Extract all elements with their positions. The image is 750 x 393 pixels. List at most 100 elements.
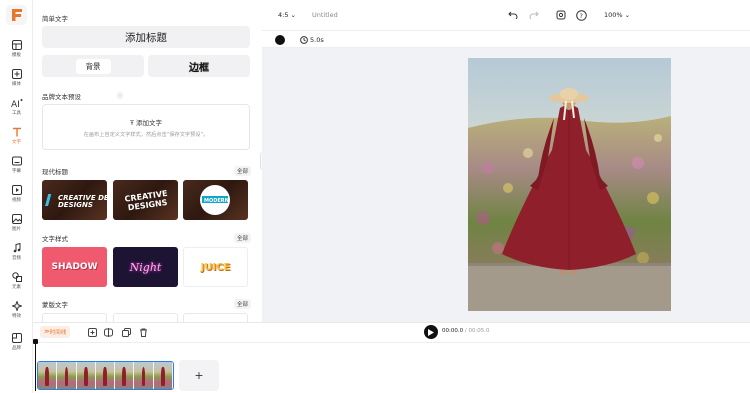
see-all-style[interactable]: 全部 xyxy=(233,233,251,243)
thumb-modern[interactable]: MODERN xyxy=(183,180,248,220)
rail-item-effects[interactable]: 特效 xyxy=(0,298,33,326)
timeline-ruler[interactable] xyxy=(33,339,750,343)
zoom-label: 100% xyxy=(604,11,623,19)
brand-preset-title: 品牌文本预设 xyxy=(42,93,81,101)
image-icon xyxy=(10,212,24,226)
duration-label: 5.0s xyxy=(310,36,324,44)
see-all-template[interactable]: 全部 xyxy=(233,299,251,309)
clip-frame xyxy=(134,362,154,389)
background-color-swatch[interactable] xyxy=(275,35,285,45)
brand-preset-hint: 在画布上自定义文字样式，然后点击“保存文字预设”。 xyxy=(83,132,209,138)
svg-text:?: ? xyxy=(579,12,582,20)
total-time: / 00:05.0 xyxy=(464,328,490,334)
thumb-creative-designs-1[interactable]: CREATIVE DESIGNSDESIGNS xyxy=(42,180,107,220)
add-text-label: 添加文字 xyxy=(136,119,163,127)
clip-frame xyxy=(153,362,173,389)
border-text-button[interactable]: 边框 xyxy=(148,55,250,77)
thumb-shadow[interactable]: SHADOW xyxy=(42,247,107,287)
woman-in-field-image xyxy=(468,58,671,311)
aspect-ratio-select[interactable]: 4:5 ⌄ xyxy=(278,11,296,19)
chevron-down-icon: ⌄ xyxy=(290,11,296,19)
rail-item-label: 图片 xyxy=(12,227,21,232)
thumb-text: MODERN xyxy=(204,198,229,204)
editor-app: 模板 媒体 AI 工具 文字 字幕 视频 图片 音频 元素 特效 品牌 简单文字… xyxy=(0,0,750,393)
rail-item-image[interactable]: 图片 xyxy=(0,211,33,239)
background-text-button[interactable]: 背景 xyxy=(42,55,144,77)
thumb-night[interactable]: Night xyxy=(113,247,178,287)
info-icon[interactable]: ⓥ xyxy=(117,91,123,100)
clip-frame xyxy=(57,362,77,389)
background-text-label: 背景 xyxy=(75,58,111,74)
rail-item-audio[interactable]: 音频 xyxy=(0,240,33,268)
see-all-modern[interactable]: 全部 xyxy=(233,166,251,176)
duplicate-icon[interactable] xyxy=(121,327,131,337)
add-heading-button[interactable]: 添加标题 xyxy=(42,26,250,48)
screenshot-icon[interactable] xyxy=(555,9,567,21)
rail-item-label: 字幕 xyxy=(12,169,21,174)
help-icon[interactable]: ? xyxy=(575,9,587,21)
rail-item-video[interactable]: 视频 xyxy=(0,182,33,210)
rail-item-brand[interactable]: 品牌 xyxy=(0,330,33,358)
clip-frame xyxy=(95,362,116,389)
thumb-template-2[interactable] xyxy=(113,313,178,322)
border-text-label: 边框 xyxy=(189,62,209,74)
rail-item-label: 视频 xyxy=(12,198,21,203)
rail-item-label: 模板 xyxy=(12,53,21,58)
subtitle-icon xyxy=(10,154,24,168)
video-clip[interactable] xyxy=(37,361,174,390)
rail-item-template[interactable]: 模板 xyxy=(0,37,33,65)
canvas-workspace: 5.0s xyxy=(262,30,750,322)
left-rail: 模板 媒体 AI 工具 文字 字幕 视频 图片 音频 元素 特效 品牌 xyxy=(0,0,33,393)
template-icon xyxy=(10,38,24,52)
rail-item-ai-tools[interactable]: AI 工具 xyxy=(0,95,33,123)
clip-frame xyxy=(115,362,135,389)
thumb-juice[interactable]: JUICE xyxy=(183,247,248,287)
text-icon xyxy=(10,125,24,139)
rail-item-label: 文字 xyxy=(12,140,21,145)
rail-item-elements[interactable]: 元素 xyxy=(0,269,33,297)
thumb-template-1[interactable] xyxy=(42,313,107,322)
rail-item-subtitle[interactable]: 字幕 xyxy=(0,153,33,181)
effects-icon xyxy=(10,299,24,313)
rail-item-media[interactable]: 媒体 xyxy=(0,66,33,94)
add-text-button[interactable]: Ŧ 添加文字 xyxy=(43,117,249,127)
add-track-icon[interactable] xyxy=(87,327,97,337)
video-icon xyxy=(10,183,24,197)
brand-icon xyxy=(10,331,24,345)
audio-icon xyxy=(10,241,24,255)
timeline-toggle-button[interactable]: ≫ 时间线 xyxy=(40,326,71,338)
zoom-select[interactable]: 100% ⌄ xyxy=(604,11,630,19)
play-button[interactable] xyxy=(424,325,438,339)
app-logo-icon[interactable] xyxy=(6,5,27,25)
timeline-label: 时间线 xyxy=(49,330,67,336)
brand-preset-box[interactable]: Ŧ 添加文字 在画布上自定义文字样式，然后点击“保存文字预设”。 xyxy=(42,104,250,150)
clock-icon xyxy=(300,36,308,44)
rail-item-label: 元素 xyxy=(12,285,21,290)
clip-frame xyxy=(76,362,96,389)
thumb-text: Night xyxy=(129,260,162,274)
split-icon[interactable] xyxy=(103,327,113,337)
thumb-template-3[interactable] xyxy=(183,313,248,322)
thumb-creative-designs-2[interactable]: CREATIVE DESIGNS xyxy=(113,180,178,220)
rail-item-label: 音频 xyxy=(12,256,21,261)
rail-item-text[interactable]: 文字 xyxy=(0,124,33,152)
rail-item-label: 媒体 xyxy=(12,82,21,87)
redo-icon[interactable] xyxy=(528,9,540,21)
svg-text:DESIGNS: DESIGNS xyxy=(58,201,93,209)
canvas-toolbar: 5.0s xyxy=(262,30,750,48)
duration-control[interactable]: 5.0s xyxy=(300,36,324,44)
undo-icon[interactable] xyxy=(507,9,519,21)
document-title[interactable]: Untitled xyxy=(312,11,338,19)
svg-text:AI: AI xyxy=(11,100,20,108)
chevron-down-icon: ⌄ xyxy=(624,11,631,19)
ai-tools-icon: AI xyxy=(10,96,24,110)
modern-title-section: 现代标题 xyxy=(42,168,68,176)
top-bar: 4:5 ⌄ Untitled ? 100% ⌄ xyxy=(262,0,750,30)
add-clip-button[interactable]: + xyxy=(179,360,219,391)
canvas-photo[interactable] xyxy=(468,58,671,311)
playhead[interactable] xyxy=(33,339,38,391)
elements-icon xyxy=(10,270,24,284)
clip-frame xyxy=(38,362,58,389)
play-icon xyxy=(428,328,434,336)
delete-icon[interactable] xyxy=(138,327,148,337)
